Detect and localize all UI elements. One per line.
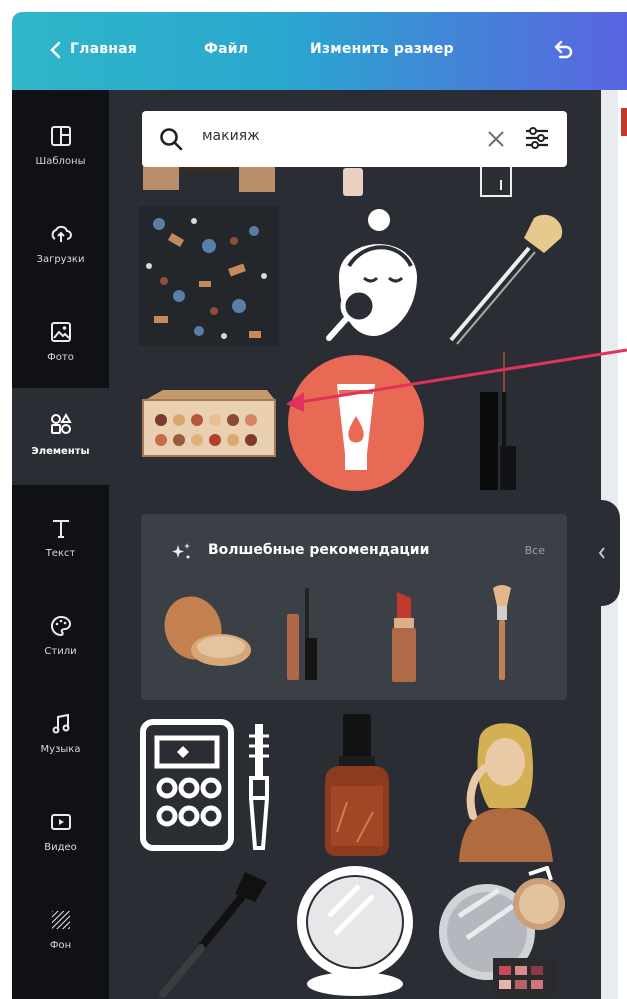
sidebar-item-photos[interactable]: Фото xyxy=(12,294,109,384)
sidebar-item-styles[interactable]: Стили xyxy=(12,588,109,678)
video-icon xyxy=(51,814,71,830)
chevron-left-small-icon xyxy=(598,547,605,559)
sidebar-item-label: Текст xyxy=(45,548,76,559)
palette-mascara-doodle-element[interactable] xyxy=(137,716,289,856)
sidebar-item-video[interactable]: Видео xyxy=(12,784,109,874)
clear-search-icon[interactable] xyxy=(486,129,506,149)
mascara-lip-element[interactable] xyxy=(283,584,325,684)
sparkle-icon xyxy=(172,543,190,559)
hand-mirror-element[interactable] xyxy=(289,862,421,999)
cropped-element-2[interactable] xyxy=(333,168,373,198)
brush-element[interactable] xyxy=(149,864,281,999)
photo-icon xyxy=(51,322,71,342)
palette-icon xyxy=(51,615,72,637)
sidebar-item-uploads[interactable]: Загрузки xyxy=(12,196,109,286)
left-sidebar: Шаблоны Загрузки Фото Элементы Текст Сти… xyxy=(12,90,109,999)
makeup-pattern-element[interactable] xyxy=(139,206,279,346)
background-icon xyxy=(52,911,70,929)
collapse-panel-tab[interactable] xyxy=(586,500,620,606)
sidebar-item-templates[interactable]: Шаблоны xyxy=(12,98,109,188)
chevron-left-icon[interactable] xyxy=(48,40,62,60)
resize-menu[interactable]: Изменить размер xyxy=(310,41,454,57)
text-icon xyxy=(53,520,69,538)
undo-icon[interactable] xyxy=(550,38,576,64)
lipstick-element[interactable] xyxy=(389,588,419,684)
music-icon xyxy=(52,713,70,734)
sidebar-item-label: Фото xyxy=(47,352,74,363)
search-input[interactable] xyxy=(200,127,464,145)
woman-makeup-element[interactable] xyxy=(449,712,559,862)
sidebar-item-elements[interactable]: Элементы xyxy=(12,388,109,485)
sidebar-item-label: Шаблоны xyxy=(35,156,86,167)
templates-icon xyxy=(51,126,71,146)
file-menu[interactable]: Файл xyxy=(204,41,248,57)
foundation-brush-element[interactable] xyxy=(487,584,517,684)
sidebar-item-label: Видео xyxy=(44,842,77,853)
eyeshadow-palette-element[interactable] xyxy=(139,390,279,460)
sidebar-item-label: Музыка xyxy=(40,744,81,755)
mascara-element[interactable] xyxy=(474,352,524,492)
elements-icon xyxy=(51,412,72,434)
sidebar-item-label: Загрузки xyxy=(36,254,85,265)
upload-icon xyxy=(51,225,72,242)
sidebar-item-label: Стили xyxy=(44,646,77,657)
sidebar-item-text[interactable]: Текст xyxy=(12,490,109,580)
cream-tube-element[interactable] xyxy=(287,354,425,492)
canvas-element[interactable] xyxy=(621,108,627,136)
nail-polish-element[interactable] xyxy=(317,712,397,858)
magic-recommendations-title: Волшебные рекомендации xyxy=(208,542,430,558)
makeup-set-element[interactable] xyxy=(429,866,579,999)
elements-panel: Волшебные рекомендации Все xyxy=(109,90,601,999)
sidebar-item-label: Фон xyxy=(49,940,72,951)
search-bar xyxy=(142,111,567,167)
top-bar: Главная Файл Изменить размер xyxy=(12,12,627,90)
home-link[interactable]: Главная xyxy=(70,41,137,57)
sidebar-item-label: Элементы xyxy=(31,446,90,457)
search-icon xyxy=(160,128,183,151)
sidebar-item-music[interactable]: Музыка xyxy=(12,686,109,776)
compact-powder-element[interactable] xyxy=(161,592,253,672)
filter-settings-icon[interactable] xyxy=(523,124,551,152)
see-all-link[interactable]: Все xyxy=(525,544,545,557)
sidebar-item-background[interactable]: Фон xyxy=(12,882,109,972)
makeup-brush-element[interactable] xyxy=(439,208,569,348)
magic-recommendations-panel: Волшебные рекомендации Все xyxy=(141,514,567,700)
woman-face-mirror-element[interactable] xyxy=(319,206,419,356)
